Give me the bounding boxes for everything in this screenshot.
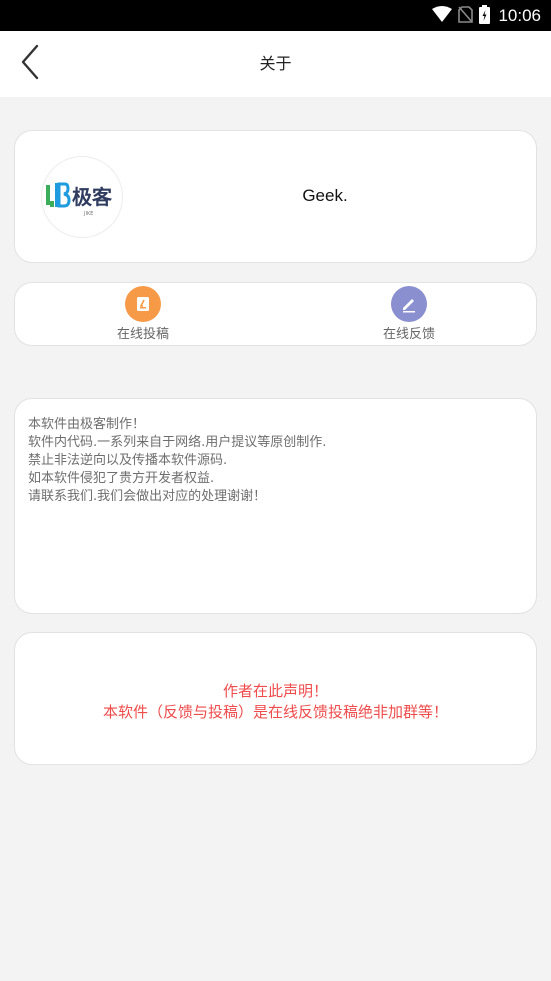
info-line: 本软件由极客制作！ <box>28 417 146 432</box>
actions-card: 在线投稿 在线反馈 <box>14 282 537 346</box>
feedback-label: 在线反馈 <box>382 327 435 342</box>
page-title: 关于 <box>259 54 292 73</box>
status-bar: 10:06 <box>0 0 551 31</box>
chevron-left-icon <box>20 44 40 84</box>
wifi-icon <box>432 6 453 26</box>
battery-icon <box>479 4 491 28</box>
app-bar: 关于 <box>0 31 551 97</box>
notice-card: 作者在此声明！ 本软件（反馈与投稿）是在线反馈投稿绝非加群等！ <box>14 632 537 765</box>
logo-text: 极客 <box>72 185 113 209</box>
notice-title: 作者在此声明！ <box>222 682 328 700</box>
app-logo: 极客 JIKE <box>41 156 123 238</box>
info-line: 如本软件侵犯了贵方开发者权益. <box>28 471 215 486</box>
status-time: 10:06 <box>498 6 541 25</box>
status-icons: 10:06 <box>432 4 541 28</box>
notice-text: 本软件（反馈与投稿）是在线反馈投稿绝非加群等！ <box>102 703 448 721</box>
pencil-icon <box>391 286 427 322</box>
profile-card: 极客 JIKE Geek. <box>14 130 537 263</box>
back-button[interactable] <box>12 44 48 84</box>
info-card: 本软件由极客制作！ 软件内代码.一系列来自于网络.用户提议等原创制作. 禁止非法… <box>14 398 537 614</box>
submit-label: 在线投稿 <box>116 327 169 342</box>
info-line: 禁止非法逆向以及传播本软件源码. <box>28 453 228 468</box>
logo-subtext: JIKE <box>83 211 93 217</box>
submit-icon <box>125 286 161 322</box>
no-sim-icon <box>458 5 474 27</box>
app-name: Geek. <box>302 186 348 205</box>
submit-button[interactable]: 在线投稿 <box>83 286 203 343</box>
info-line: 请联系我们.我们会做出对应的处理谢谢！ <box>28 489 267 504</box>
feedback-button[interactable]: 在线反馈 <box>349 286 469 343</box>
info-line: 软件内代码.一系列来自于网络.用户提议等原创制作. <box>28 435 327 450</box>
